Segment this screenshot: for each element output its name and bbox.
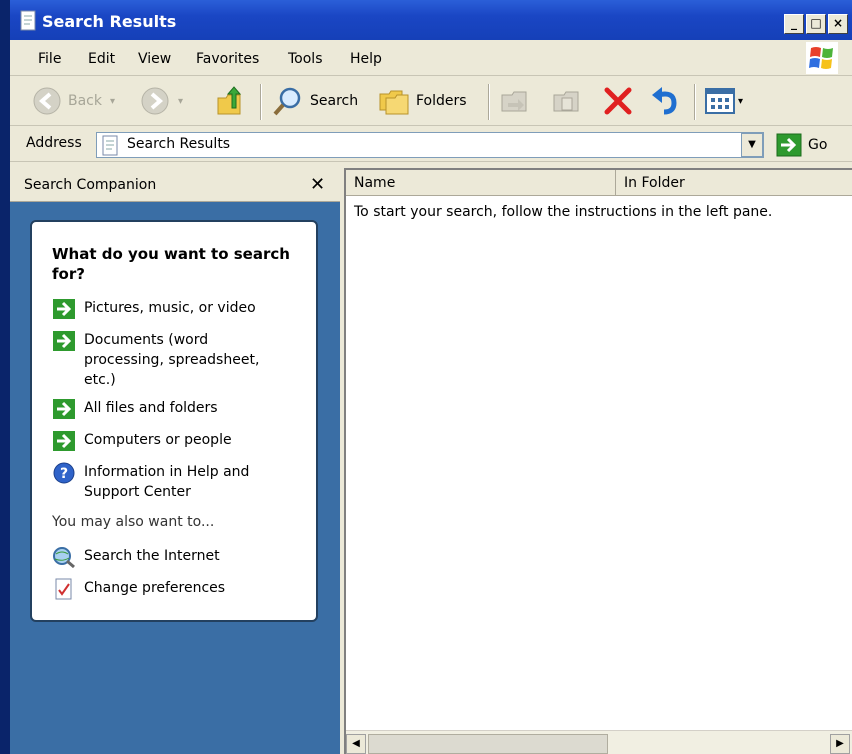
green-arrow-icon xyxy=(53,431,75,451)
minimize-button[interactable]: _ xyxy=(784,14,804,34)
preferences-icon xyxy=(55,578,72,600)
title-bar[interactable]: Search Results _ □ × xyxy=(10,0,852,40)
copy-to-button[interactable] xyxy=(550,78,582,124)
up-folder-button[interactable] xyxy=(214,78,246,124)
option-change-preferences[interactable]: Change preferences xyxy=(52,578,274,600)
close-button[interactable]: × xyxy=(828,14,848,34)
copy-to-icon xyxy=(553,91,579,112)
green-arrow-icon xyxy=(53,331,75,351)
forward-arrow-icon xyxy=(141,87,169,115)
search-companion-header: Search Companion ✕ xyxy=(10,168,340,202)
results-hint: To start your search, follow the instruc… xyxy=(354,204,773,220)
back-arrow-icon xyxy=(33,87,61,115)
search-question: What do you want to search for? xyxy=(52,245,290,283)
green-arrow-icon xyxy=(53,399,75,419)
window-title: Search Results xyxy=(42,12,177,31)
address-dropdown-button[interactable]: ▼ xyxy=(741,133,763,157)
folders-button[interactable]: Folders xyxy=(378,78,467,124)
maximize-button[interactable]: □ xyxy=(806,14,826,34)
option-search-internet[interactable]: Search the Internet xyxy=(52,546,274,568)
forward-dropdown-icon: ▾ xyxy=(178,95,184,107)
search-companion-pane: Search Companion ✕ What do you want to s… xyxy=(10,168,340,754)
menu-bar: File Edit View Favorites Tools Help xyxy=(10,42,852,76)
svg-text:?: ? xyxy=(60,466,68,482)
toolbar: Back ▾ ▾ Search Folders ▾ xyxy=(10,78,852,126)
forward-button[interactable]: ▾ xyxy=(140,78,183,124)
results-column-header: Name In Folder xyxy=(346,170,852,196)
horizontal-scrollbar[interactable]: ◀ ▶ xyxy=(346,730,852,754)
up-folder-icon xyxy=(217,86,242,115)
scroll-left-button[interactable]: ◀ xyxy=(346,734,366,754)
close-icon[interactable]: ✕ xyxy=(310,174,325,195)
scroll-right-button[interactable]: ▶ xyxy=(830,734,850,754)
windows-logo-icon xyxy=(806,42,838,74)
column-name[interactable]: Name xyxy=(346,170,616,196)
delete-button[interactable] xyxy=(602,78,634,124)
undo-button[interactable] xyxy=(650,78,682,124)
option-all-files[interactable]: All files and folders xyxy=(52,398,274,420)
search-internet-icon xyxy=(53,547,75,568)
option-computers-people[interactable]: Computers or people xyxy=(52,430,274,452)
menu-file[interactable]: File xyxy=(38,51,61,67)
menu-favorites[interactable]: Favorites xyxy=(196,51,259,67)
toolbar-separator xyxy=(694,84,696,120)
menu-tools[interactable]: Tools xyxy=(288,51,323,67)
views-button[interactable]: ▾ xyxy=(704,78,743,124)
views-icon xyxy=(705,88,735,114)
search-companion-title: Search Companion xyxy=(24,177,157,193)
move-to-button[interactable] xyxy=(498,78,530,124)
menu-edit[interactable]: Edit xyxy=(88,51,115,67)
move-to-icon xyxy=(501,91,527,112)
address-bar: Address Search Results ▼ Go xyxy=(10,128,852,162)
menu-help[interactable]: Help xyxy=(350,51,382,67)
views-dropdown-icon: ▾ xyxy=(738,95,744,107)
address-input[interactable]: Search Results xyxy=(96,132,764,158)
scroll-thumb[interactable] xyxy=(368,734,608,754)
search-results-icon xyxy=(20,10,36,31)
column-in-folder[interactable]: In Folder xyxy=(616,170,852,196)
go-arrow-icon xyxy=(776,133,802,157)
toolbar-separator xyxy=(488,84,490,120)
also-label: You may also want to... xyxy=(52,514,215,530)
search-icon xyxy=(273,87,301,116)
menu-view[interactable]: View xyxy=(138,51,171,67)
results-pane: Name In Folder To start your search, fol… xyxy=(344,168,852,754)
address-label: Address xyxy=(26,135,82,151)
undo-icon xyxy=(652,87,677,115)
explorer-window: Search Results _ □ × File Edit View Favo… xyxy=(10,0,852,754)
search-results-icon xyxy=(102,135,118,156)
search-button[interactable]: Search xyxy=(272,78,358,124)
back-button[interactable]: Back ▾ xyxy=(32,78,115,124)
green-arrow-icon xyxy=(53,299,75,319)
back-dropdown-icon: ▾ xyxy=(110,95,116,107)
folders-icon xyxy=(379,90,409,115)
option-documents[interactable]: Documents (word processing, spreadsheet,… xyxy=(52,330,274,390)
delete-icon xyxy=(604,87,632,115)
option-pictures[interactable]: Pictures, music, or video xyxy=(52,298,274,320)
option-help-support[interactable]: ? Information in Help and Support Center xyxy=(52,462,274,502)
go-button[interactable]: Go xyxy=(776,132,827,158)
search-options-panel: What do you want to search for? Pictures… xyxy=(30,220,318,622)
help-icon: ? xyxy=(53,462,75,484)
address-value: Search Results xyxy=(127,136,231,152)
toolbar-separator xyxy=(260,84,262,120)
